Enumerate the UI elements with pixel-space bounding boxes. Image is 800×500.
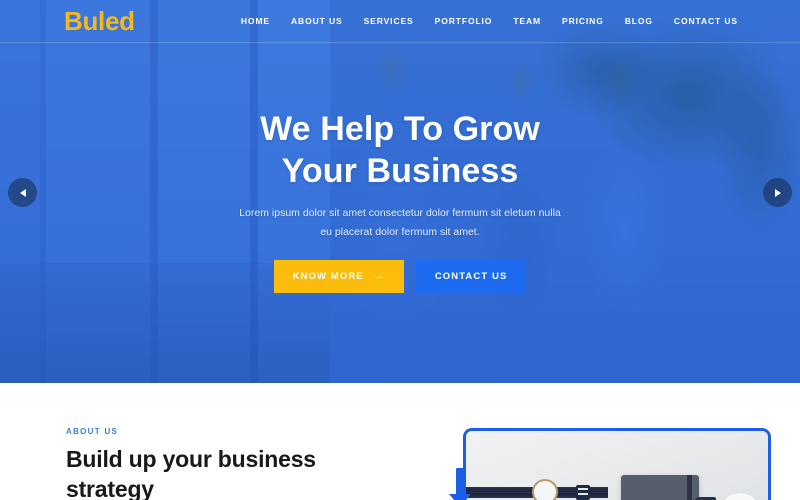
contact-us-button[interactable]: CONTACT US [415,260,527,294]
contact-us-label: CONTACT US [434,271,508,283]
notebook-icon [621,475,699,500]
nav-item-about-us[interactable]: ABOUT US [291,16,343,26]
hero-content: We Help To Grow Your Business Lorem ipsu… [0,0,800,383]
nav-item-home[interactable]: HOME [241,16,270,26]
carousel-next-button[interactable] [763,178,792,207]
nav-item-pricing[interactable]: PRICING [562,16,604,26]
hero-title-line-2: Your Business [281,152,519,191]
about-image-frame [463,428,771,500]
chevron-left-icon [19,188,26,197]
wristwatch-clasp-icon [576,485,590,500]
nav-item-portfolio[interactable]: PORTFOLIO [435,16,493,26]
nav-item-team[interactable]: TEAM [513,16,541,26]
know-more-label: KNOW MORE [292,271,364,283]
about-desk-photo [466,431,768,500]
about-heading-line-2: strategy [66,475,154,500]
main-navigation: HOME ABOUT US SERVICES PORTFOLIO TEAM PR… [241,16,738,26]
page-root: Buled HOME ABOUT US SERVICES PORTFOLIO T… [0,0,800,500]
site-header: Buled HOME ABOUT US SERVICES PORTFOLIO T… [0,0,800,43]
carousel-prev-button[interactable] [8,178,37,207]
nav-item-blog[interactable]: BLOG [625,16,653,26]
about-eyebrow-label: ABOUT US [66,427,119,436]
site-logo[interactable]: Buled [64,8,135,34]
coffee-cup-icon [718,493,762,500]
arrow-right-icon: → [372,270,385,283]
about-heading-line-1: Build up your business [66,446,316,472]
about-heading: Build up your business strategy [66,445,396,500]
hero-title-line-1: We Help To Grow [260,109,540,148]
notebook-elastic-band [687,475,692,500]
chevron-right-icon [774,188,781,197]
blue-pen-accent-icon [449,468,471,500]
about-text-block: ABOUT US Build up your business strategy [66,427,396,500]
nav-item-contact-us[interactable]: CONTACT US [674,16,738,26]
hero-button-group: KNOW MORE → CONTACT US [273,260,527,294]
hero-title: We Help To Grow Your Business [260,108,540,192]
nav-item-services[interactable]: SERVICES [364,16,414,26]
hero-subtitle: Lorem ipsum dolor sit amet consectetur d… [239,207,561,238]
wristwatch-face-icon [532,479,558,500]
know-more-button[interactable]: KNOW MORE → [273,260,404,294]
